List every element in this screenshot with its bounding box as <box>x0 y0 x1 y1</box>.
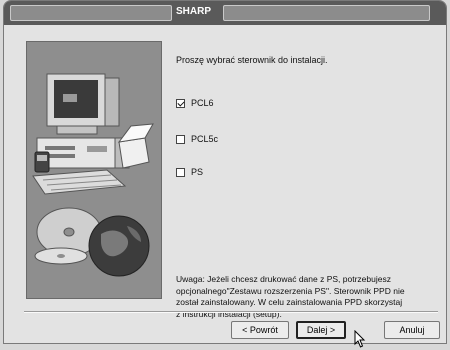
ps-label: PS <box>191 167 204 177</box>
driver-prompt: Proszę wybrać sterownik do instalacji. <box>176 55 328 65</box>
note-line: opcjonalnego"Zestawu rozszerzenia PS". S… <box>176 285 405 296</box>
mouse-pointer-icon <box>354 329 366 350</box>
pcl5c-label: PCL5c <box>191 134 219 144</box>
note-line: został zainstalowany. W celu zainstalowa… <box>176 297 403 307</box>
monitor-icon <box>46 73 120 135</box>
installer-dialog: SHARP Proszę wybrać sterownik do instala… <box>3 0 447 348</box>
pcl5c-checkbox[interactable] <box>176 134 185 144</box>
pcl6-checkbox[interactable] <box>176 98 185 108</box>
title-bar[interactable]: SHARP <box>4 1 446 25</box>
ps-checkbox[interactable] <box>176 167 185 177</box>
title-bar-decoration-left <box>10 5 172 21</box>
cancel-button[interactable]: Anuluj <box>384 321 440 339</box>
note-line: Uwaga: Jeżeli chcesz drukować dane z PS,… <box>176 274 391 284</box>
next-button[interactable]: Dalej > <box>296 321 346 339</box>
globe-icon <box>88 215 150 277</box>
option-pcl6[interactable]: PCL6 <box>176 98 214 108</box>
computer-case-icon <box>36 137 130 169</box>
button-separator <box>24 311 438 313</box>
option-pcl5c[interactable]: PCL5c <box>176 134 218 144</box>
ps-note: Uwaga: Jeżeli chcesz drukować dane z PS,… <box>176 274 438 320</box>
pcl6-label: PCL6 <box>191 98 214 108</box>
phone-icon <box>34 151 50 173</box>
back-button[interactable]: < Powrót <box>231 321 289 339</box>
title-bar-decoration-right <box>223 5 430 21</box>
option-ps[interactable]: PS <box>176 167 203 177</box>
window-title: SHARP <box>176 6 212 17</box>
computer-cd-globe-illustration <box>26 41 162 299</box>
